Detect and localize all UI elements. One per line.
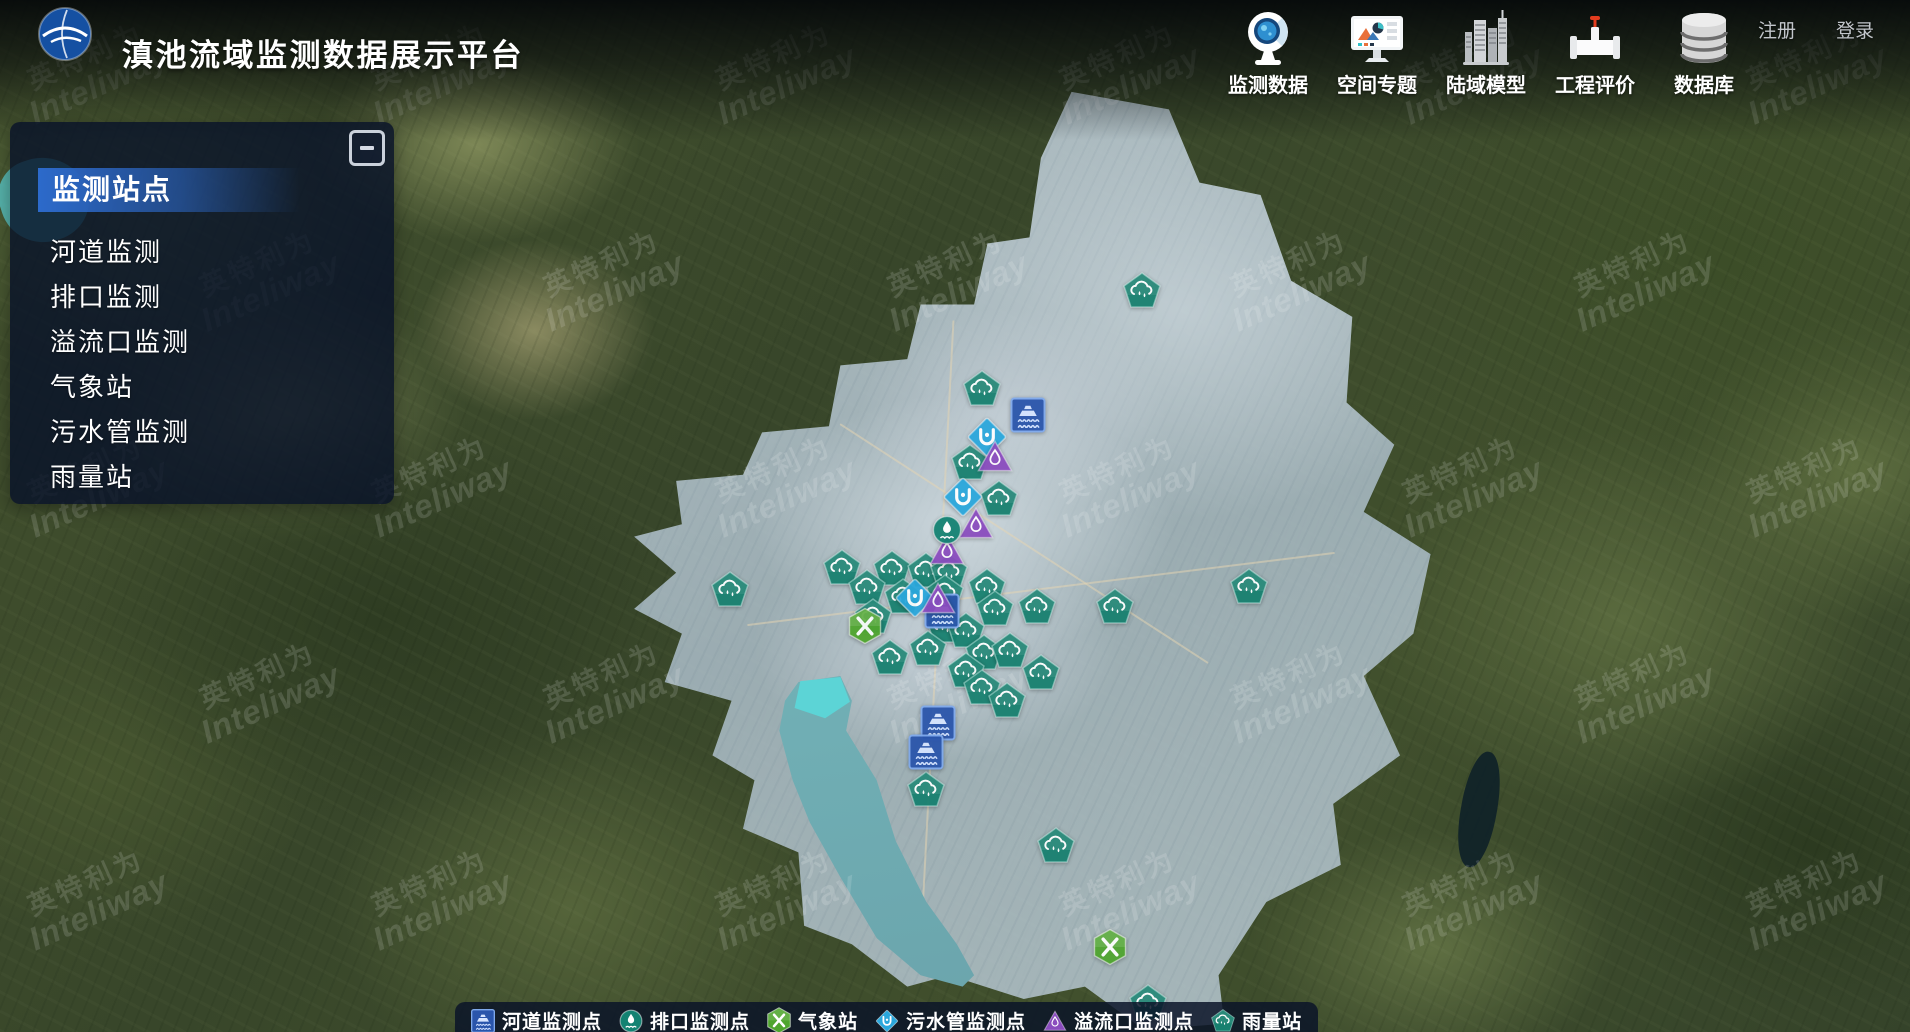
legend-label: 污水管监测点 xyxy=(906,1007,1026,1032)
rain-station-marker[interactable] xyxy=(907,771,945,807)
rain-station-marker[interactable] xyxy=(711,571,749,607)
river-icon xyxy=(471,1009,495,1032)
minus-icon xyxy=(360,146,374,150)
overflow-station-marker[interactable] xyxy=(977,440,1014,473)
overflow-icon xyxy=(1043,1010,1067,1031)
main-nav: 监测数据 xyxy=(1224,8,1748,98)
sidebar-item-rain-station[interactable]: 雨量站 xyxy=(50,455,374,500)
sewage-icon xyxy=(875,1009,899,1032)
monitor-stations-panel: 监测站点 河道监测 排口监测 溢流口监测 气象站 污水管监测 雨量站 xyxy=(10,122,394,504)
nav-label: 空间专题 xyxy=(1337,69,1417,98)
legend-label: 排口监测点 xyxy=(650,1007,750,1032)
legend-label: 雨量站 xyxy=(1242,1007,1302,1032)
rain-station-marker[interactable] xyxy=(1022,654,1060,690)
panel-title: 监测站点 xyxy=(38,168,300,212)
database-icon xyxy=(1677,8,1731,66)
page-title: 滇池流域监测数据展示平台 xyxy=(122,30,524,75)
overflow-station-marker[interactable] xyxy=(919,581,956,614)
map-legend: 河道监测点 排口监测点 气象站 污水管监测点 溢流口监测点 雨量站 xyxy=(455,1002,1318,1032)
sidebar-item-river-monitoring[interactable]: 河道监测 xyxy=(50,230,374,275)
outlet-station-marker[interactable] xyxy=(932,515,962,545)
rain-station-marker[interactable] xyxy=(1018,588,1056,624)
nav-label: 陆域模型 xyxy=(1446,69,1526,98)
rain-station-marker[interactable] xyxy=(909,630,947,666)
rain-station-marker[interactable] xyxy=(1037,827,1075,863)
login-link[interactable]: 登录 xyxy=(1836,16,1874,43)
legend-item-sewage[interactable]: 污水管监测点 xyxy=(875,1007,1026,1032)
rain-icon xyxy=(1211,1009,1235,1032)
outlet-icon xyxy=(619,1009,643,1032)
river-station-marker[interactable] xyxy=(909,735,944,770)
panel-list: 河道监测 排口监测 溢流口监测 气象站 污水管监测 雨量站 xyxy=(50,230,374,500)
nav-item-land-model[interactable]: 陆域模型 xyxy=(1442,8,1530,98)
legend-item-weather[interactable]: 气象站 xyxy=(767,1007,858,1032)
legend-label: 气象站 xyxy=(798,1007,858,1032)
nav-item-spatial-topics[interactable]: 空间专题 xyxy=(1333,8,1421,98)
rain-station-marker[interactable] xyxy=(1230,568,1268,604)
rain-station-marker[interactable] xyxy=(1123,272,1161,308)
nav-label: 数据库 xyxy=(1674,69,1734,98)
legend-item-outlet[interactable]: 排口监测点 xyxy=(619,1007,750,1032)
monitor-chart-icon xyxy=(1349,8,1405,66)
river-station-marker[interactable] xyxy=(1010,397,1045,432)
panel-collapse-button[interactable] xyxy=(349,130,385,166)
weather-station-marker[interactable] xyxy=(849,608,882,645)
legend-label: 河道监测点 xyxy=(502,1007,602,1032)
weather-icon xyxy=(767,1007,791,1032)
sidebar-item-weather-station[interactable]: 气象站 xyxy=(50,365,374,410)
legend-label: 溢流口监测点 xyxy=(1074,1007,1194,1032)
auth-links: 注册 登录 xyxy=(1758,16,1874,43)
legend-item-rain[interactable]: 雨量站 xyxy=(1211,1007,1302,1032)
webcam-icon xyxy=(1242,8,1294,66)
legend-item-overflow[interactable]: 溢流口监测点 xyxy=(1043,1007,1194,1032)
legend-item-river[interactable]: 河道监测点 xyxy=(471,1007,602,1032)
nav-item-project-eval[interactable]: 工程评价 xyxy=(1551,8,1639,98)
rain-station-marker[interactable] xyxy=(988,682,1026,718)
sidebar-item-overflow-monitoring[interactable]: 溢流口监测 xyxy=(50,320,374,365)
sidebar-item-sewage-monitoring[interactable]: 污水管监测 xyxy=(50,410,374,455)
app: 英特利为Inteliway英特利为Inteliway英特利为Inteliway英… xyxy=(0,0,1910,1032)
nav-item-database[interactable]: 数据库 xyxy=(1660,8,1748,98)
rain-station-marker[interactable] xyxy=(963,370,1001,406)
weather-station-marker[interactable] xyxy=(1093,929,1126,966)
platform-logo xyxy=(37,6,93,62)
valve-icon xyxy=(1568,8,1622,66)
register-link[interactable]: 注册 xyxy=(1758,16,1796,43)
nav-item-monitor-data[interactable]: 监测数据 xyxy=(1224,8,1312,98)
rain-station-marker[interactable] xyxy=(1096,588,1134,624)
nav-label: 监测数据 xyxy=(1228,69,1308,98)
buildings-icon xyxy=(1461,8,1511,66)
nav-label: 工程评价 xyxy=(1555,69,1635,98)
sidebar-item-outlet-monitoring[interactable]: 排口监测 xyxy=(50,275,374,320)
